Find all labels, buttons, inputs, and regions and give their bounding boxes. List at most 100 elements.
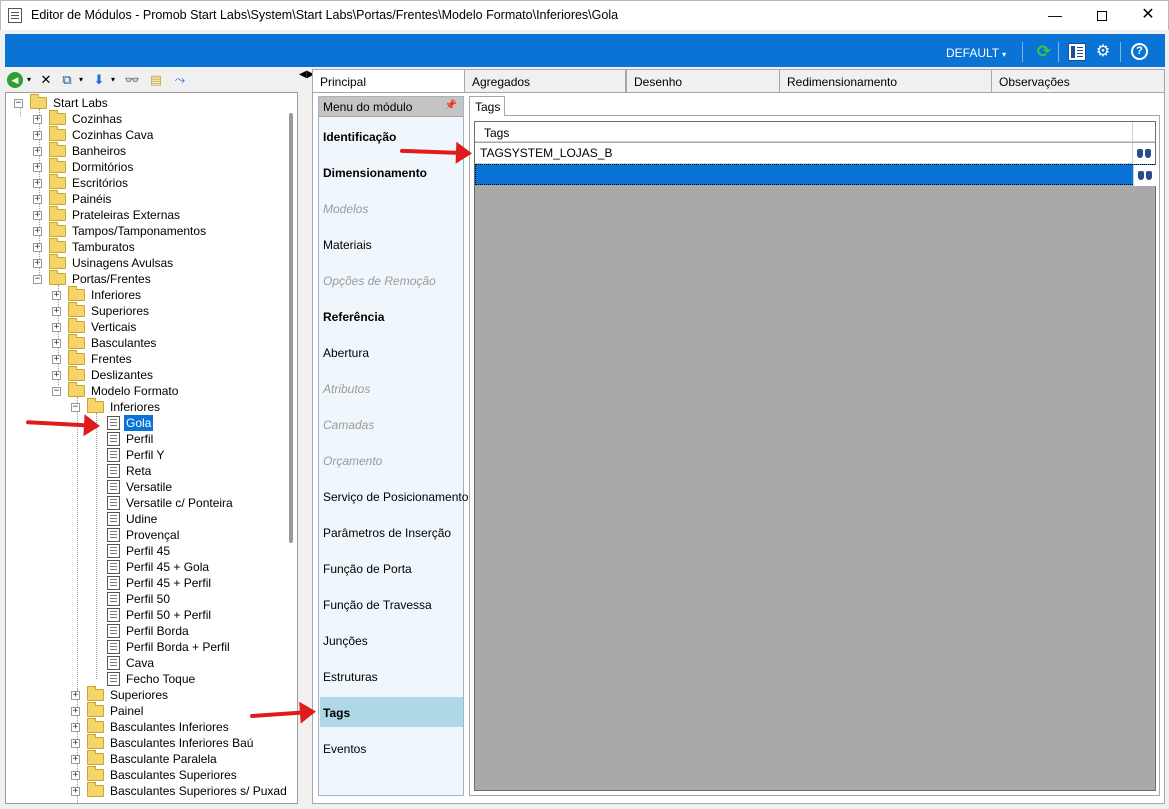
main-tabs: Principal Agregados Desenho Redimensiona… [312, 69, 1165, 94]
expand-toggle[interactable]: + [33, 179, 42, 188]
folder-icon [49, 222, 66, 237]
link-icon[interactable]: ⤳ [171, 72, 189, 88]
module-tree[interactable]: − Start Labs + Cozinhas + Cozinhas Cava + B… [5, 92, 298, 804]
expand-toggle[interactable]: + [71, 771, 80, 780]
module-menu-header: Menu do módulo 📌 [319, 97, 463, 117]
folder-open-icon [49, 270, 66, 285]
menu-item-referencia[interactable]: Referência [323, 310, 384, 324]
refresh-icon[interactable]: ⟳ [1035, 43, 1053, 61]
tab-observacoes[interactable]: Observações [991, 69, 1165, 93]
chevron-down-icon[interactable]: ▾ [109, 72, 117, 88]
folder-action-icon[interactable]: ▤ [147, 72, 165, 88]
column-header-tags[interactable]: Tags [484, 126, 509, 140]
collapse-toggle[interactable]: − [14, 99, 23, 108]
tab-principal[interactable]: Principal [312, 69, 465, 94]
table-row[interactable]: TAGSYSTEM_LOJAS_B [475, 143, 1155, 164]
expand-toggle[interactable]: + [33, 115, 42, 124]
expand-toggle[interactable]: + [33, 163, 42, 172]
menu-item-orcamento[interactable]: Orçamento [323, 454, 382, 468]
back-icon[interactable]: ◀ [7, 72, 23, 88]
tab-desenho[interactable]: Desenho [626, 69, 780, 93]
expand-toggle[interactable]: + [52, 307, 61, 316]
tree-node-label: Tampos/Tamponamentos [72, 224, 207, 238]
menu-item-materiais[interactable]: Materiais [323, 238, 372, 252]
expand-toggle[interactable]: + [71, 723, 80, 732]
collapse-splitter[interactable]: ◀▶ [299, 70, 314, 90]
lookup-button[interactable] [1133, 165, 1156, 186]
expand-toggle[interactable]: + [71, 691, 80, 700]
folder-icon [87, 718, 104, 733]
tab-agregados[interactable]: Agregados [464, 69, 626, 93]
expand-toggle[interactable]: + [33, 211, 42, 220]
menu-item-funcao-porta[interactable]: Função de Porta [323, 562, 412, 576]
panel-layout-icon[interactable] [1068, 43, 1086, 61]
menu-item-dimensionamento[interactable]: Dimensionamento [323, 166, 427, 180]
menu-item-estruturas[interactable]: Estruturas [323, 670, 378, 684]
pin-icon[interactable]: 📌 [445, 100, 457, 111]
expand-toggle[interactable]: + [33, 131, 42, 140]
expand-toggle[interactable]: + [33, 243, 42, 252]
expand-toggle[interactable]: + [71, 755, 80, 764]
collapse-toggle[interactable]: − [33, 275, 42, 284]
chevron-down-icon[interactable]: ▾ [25, 72, 33, 88]
menu-item-atributos[interactable]: Atributos [323, 382, 370, 396]
tree-node-label: Basculantes Inferiores Baú [110, 736, 254, 750]
menu-item-funcao-travessa[interactable]: Função de Travessa [323, 598, 432, 612]
tab-tags[interactable]: Tags [469, 96, 505, 116]
expand-toggle[interactable]: + [52, 355, 61, 364]
folder-open-icon [30, 94, 47, 109]
delete-icon[interactable]: ✕ [39, 72, 53, 88]
tag-cell[interactable]: TAGSYSTEM_LOJAS_B [480, 146, 613, 160]
menu-item-camadas[interactable]: Camadas [323, 418, 374, 432]
expand-toggle[interactable]: + [71, 707, 80, 716]
expand-toggle[interactable]: + [52, 371, 61, 380]
expand-toggle[interactable]: + [33, 195, 42, 204]
module-icon [107, 432, 120, 446]
expand-toggle[interactable]: + [33, 227, 42, 236]
expand-toggle[interactable]: + [33, 147, 42, 156]
tree-node-label: Perfil Y [126, 448, 165, 462]
menu-item-identificacao[interactable]: Identificação [323, 130, 396, 144]
tree-scrollbar[interactable] [286, 93, 297, 803]
move-down-icon[interactable]: ⬇ [91, 72, 107, 88]
menu-item-servico-posicionamento[interactable]: Serviço de Posicionamento [323, 490, 468, 504]
tags-grid[interactable]: Tags TAGSYSTEM_LOJAS_B [474, 121, 1156, 791]
scrollbar-thumb[interactable] [289, 113, 293, 543]
menu-item-modelos[interactable]: Modelos [323, 202, 368, 216]
expand-toggle[interactable]: + [52, 339, 61, 348]
tree-node-label: Painéis [72, 192, 112, 206]
expand-toggle[interactable]: + [52, 323, 61, 332]
module-icon [107, 624, 120, 638]
expand-toggle[interactable]: + [33, 259, 42, 268]
tree-node-label: Superiores [110, 688, 169, 702]
menu-item-juncoes[interactable]: Junções [323, 634, 368, 648]
tree-node-label: Perfil 45 [126, 544, 171, 558]
copy-icon[interactable]: ⧉ [59, 72, 75, 88]
toolbar-separator [1022, 42, 1023, 62]
maximize-button[interactable] [1079, 1, 1125, 31]
expand-toggle[interactable]: + [52, 291, 61, 300]
module-icon [107, 512, 120, 526]
table-row-selected[interactable] [475, 164, 1156, 186]
binoculars-icon [1136, 147, 1152, 159]
expand-toggle[interactable]: + [71, 787, 80, 796]
profile-dropdown[interactable]: DEFAULT ▾ [946, 46, 1006, 60]
menu-item-abertura[interactable]: Abertura [323, 346, 369, 360]
binoculars-icon[interactable]: 👓 [123, 72, 141, 88]
menu-item-tags[interactable]: Tags [323, 706, 350, 720]
gears-icon[interactable]: ⚙ [1094, 43, 1112, 61]
collapse-toggle[interactable]: − [71, 403, 80, 412]
help-icon[interactable]: ? [1131, 43, 1148, 60]
expand-toggle[interactable]: + [71, 739, 80, 748]
close-button[interactable]: ✕ [1125, 1, 1169, 31]
folder-icon [49, 238, 66, 253]
menu-item-opcoes-remocao[interactable]: Opções de Remoção [323, 274, 436, 288]
chevron-down-icon[interactable]: ▾ [77, 72, 85, 88]
collapse-toggle[interactable]: − [52, 387, 61, 396]
lookup-button[interactable] [1132, 143, 1155, 164]
minimize-button[interactable]: — [1032, 1, 1078, 31]
menu-item-eventos[interactable]: Eventos [323, 742, 366, 756]
tree-node-label: Modelo Formato [91, 384, 179, 398]
tab-redimensionamento[interactable]: Redimensionamento [779, 69, 992, 93]
menu-item-parametros-insercao[interactable]: Parâmetros de Inserção [323, 526, 451, 540]
